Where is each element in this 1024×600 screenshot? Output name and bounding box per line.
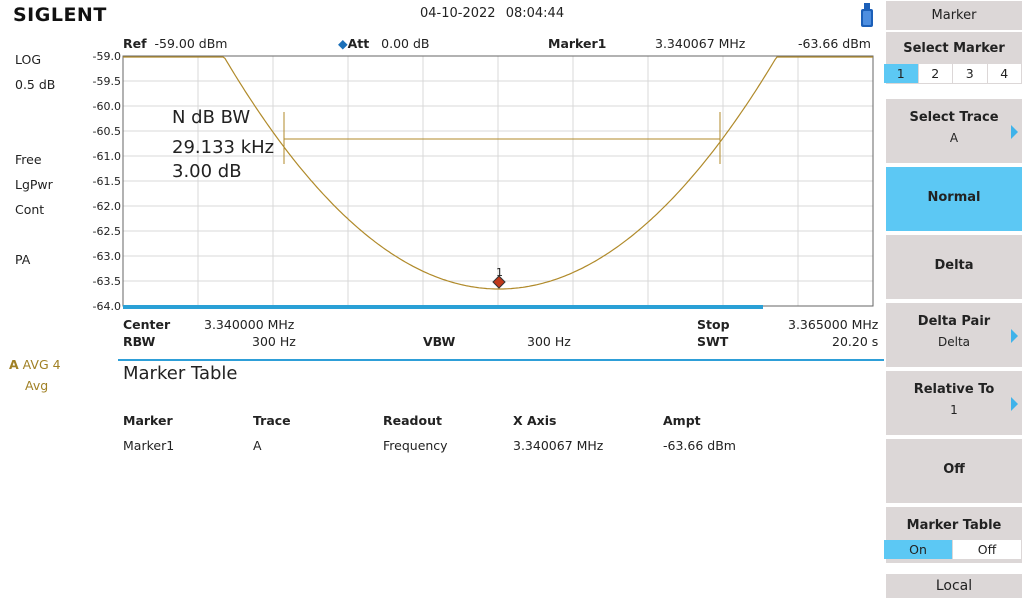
table-row-trace: A <box>253 438 262 453</box>
y-tick-label: -61.0 <box>93 150 121 163</box>
local-button[interactable]: Local <box>886 574 1022 598</box>
marker-1-number: 1 <box>496 266 503 279</box>
y-tick-label: -59.0 <box>93 50 121 63</box>
relative-to-button[interactable]: Relative To 1 <box>886 371 1022 435</box>
stop-value[interactable]: 3.365000 MHz <box>788 317 878 332</box>
select-trace-value: A <box>949 131 959 145</box>
table-row-marker[interactable]: Marker1 <box>123 438 174 453</box>
select-trace-button[interactable]: Select Trace A <box>886 99 1022 163</box>
marker-table-title: Marker Table <box>123 363 238 384</box>
mt-header-readout: Readout <box>383 413 442 428</box>
swt-label: SWT <box>697 334 729 349</box>
marker-off-button[interactable]: Off <box>886 439 1022 503</box>
marker-option-1[interactable]: 1 <box>884 64 919 83</box>
normal-label: Normal <box>927 190 981 205</box>
y-tick-label: -62.0 <box>93 200 121 213</box>
relative-to-value: 1 <box>950 403 958 417</box>
table-row-xaxis: 3.340067 MHz <box>513 438 604 453</box>
vbw-value[interactable]: 300 Hz <box>527 334 571 349</box>
menu-title: Marker <box>886 1 1022 30</box>
marker-table-label: Marker Table <box>906 518 1002 533</box>
marker-number-selector[interactable]: 1 2 3 4 <box>884 64 1022 83</box>
marker-option-4[interactable]: 4 <box>987 64 1022 83</box>
ndb-bw-value: 29.133 kHz <box>172 137 275 158</box>
ndb-bw-label: N dB BW <box>172 107 251 128</box>
normal-button[interactable]: Normal <box>886 167 1022 231</box>
mt-header-xaxis: X Axis <box>513 413 557 428</box>
delta-pair-value: Delta <box>937 335 970 349</box>
y-tick-label: -59.5 <box>93 75 121 88</box>
mt-header-ampt: Ampt <box>663 413 701 428</box>
ndb-level-value: 3.00 dB <box>172 161 242 182</box>
sweep-progress-bar <box>123 305 763 309</box>
vbw-label: VBW <box>423 334 456 349</box>
mt-header-trace: Trace <box>253 413 291 428</box>
relative-to-label: Relative To <box>913 382 995 397</box>
delta-label: Delta <box>934 258 974 273</box>
table-row-readout: Frequency <box>383 438 448 453</box>
section-divider <box>118 359 884 361</box>
submenu-arrow-icon <box>1011 397 1018 411</box>
marker-option-3[interactable]: 3 <box>953 64 988 83</box>
marker-off-label: Off <box>943 462 965 477</box>
submenu-arrow-icon <box>1011 329 1018 343</box>
spectrum-plot[interactable]: -59.0 -59.5 -60.0 -60.5 -61.0 -61.5 -62.0 -62.5… <box>0 0 884 320</box>
y-tick-label: -60.0 <box>93 100 121 113</box>
delta-pair-label: Delta Pair <box>917 314 991 329</box>
select-trace-label: Select Trace <box>909 110 999 125</box>
y-tick-label: -63.0 <box>93 250 121 263</box>
stop-label: Stop <box>697 317 730 332</box>
rbw-label: RBW <box>123 334 156 349</box>
y-tick-label: -64.0 <box>93 300 121 313</box>
trace-letter: A <box>9 357 19 372</box>
marker-option-2[interactable]: 2 <box>918 64 953 83</box>
swt-value[interactable]: 20.20 s <box>832 334 878 349</box>
submenu-arrow-icon <box>1011 125 1018 139</box>
marker-table-on[interactable]: On <box>884 540 953 559</box>
y-tick-label: -63.5 <box>93 275 121 288</box>
center-value[interactable]: 3.340000 MHz <box>204 317 294 332</box>
y-tick-label: -60.5 <box>93 125 121 138</box>
select-marker-label: Select Marker <box>903 41 1005 56</box>
mt-header-marker: Marker <box>123 413 173 428</box>
center-label: Center <box>123 317 171 332</box>
table-row-ampt: -63.66 dBm <box>663 438 736 453</box>
marker-table-off[interactable]: Off <box>953 540 1022 559</box>
delta-pair-button[interactable]: Delta Pair Delta <box>886 303 1022 367</box>
delta-button[interactable]: Delta <box>886 235 1022 299</box>
y-tick-label: -62.5 <box>93 225 121 238</box>
rbw-value[interactable]: 300 Hz <box>252 334 296 349</box>
y-axis-ticks: -59.0 -59.5 -60.0 -60.5 -61.0 -61.5 -62.0 -62.5… <box>93 50 121 313</box>
y-tick-label: -61.5 <box>93 175 121 188</box>
avg-count: AVG 4 <box>22 357 61 372</box>
avg-mode: Avg <box>25 378 49 393</box>
trace-avg-status: A AVG 4 <box>9 357 61 372</box>
marker-table-toggle[interactable]: On Off <box>884 540 1022 559</box>
